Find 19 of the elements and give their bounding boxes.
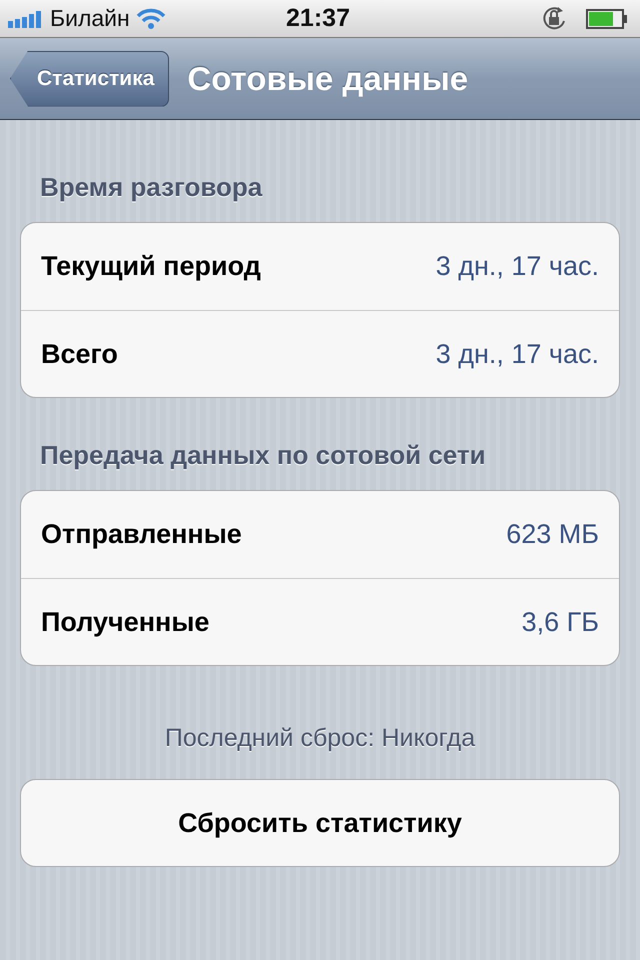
row-value: 3 дн., 17 час. <box>436 251 599 282</box>
row-label: Всего <box>41 338 118 370</box>
back-button[interactable]: Статистика <box>10 50 170 106</box>
row-value: 3,6 ГБ <box>522 606 599 638</box>
carrier-name: Билайн <box>50 5 130 32</box>
battery-icon <box>586 8 628 28</box>
nav-title: Сотовые данные <box>187 60 468 98</box>
row-value: 3 дн., 17 час. <box>436 338 599 370</box>
last-reset-text: Последний сброс: Никогда <box>164 724 476 753</box>
reset-statistics-button[interactable]: Сбросить статистику <box>20 779 620 867</box>
row-value: 623 МБ <box>506 519 599 550</box>
row-label: Текущий период <box>41 251 261 282</box>
row-label: Отправленные <box>41 519 242 550</box>
clock-time: 21:37 <box>286 4 350 33</box>
section-header: Передача данных по сотовой сети <box>39 439 487 472</box>
row-label: Полученные <box>41 606 210 638</box>
section-header: Время разговора <box>39 171 264 204</box>
wifi-icon <box>136 8 166 30</box>
signal-icon <box>8 10 44 28</box>
